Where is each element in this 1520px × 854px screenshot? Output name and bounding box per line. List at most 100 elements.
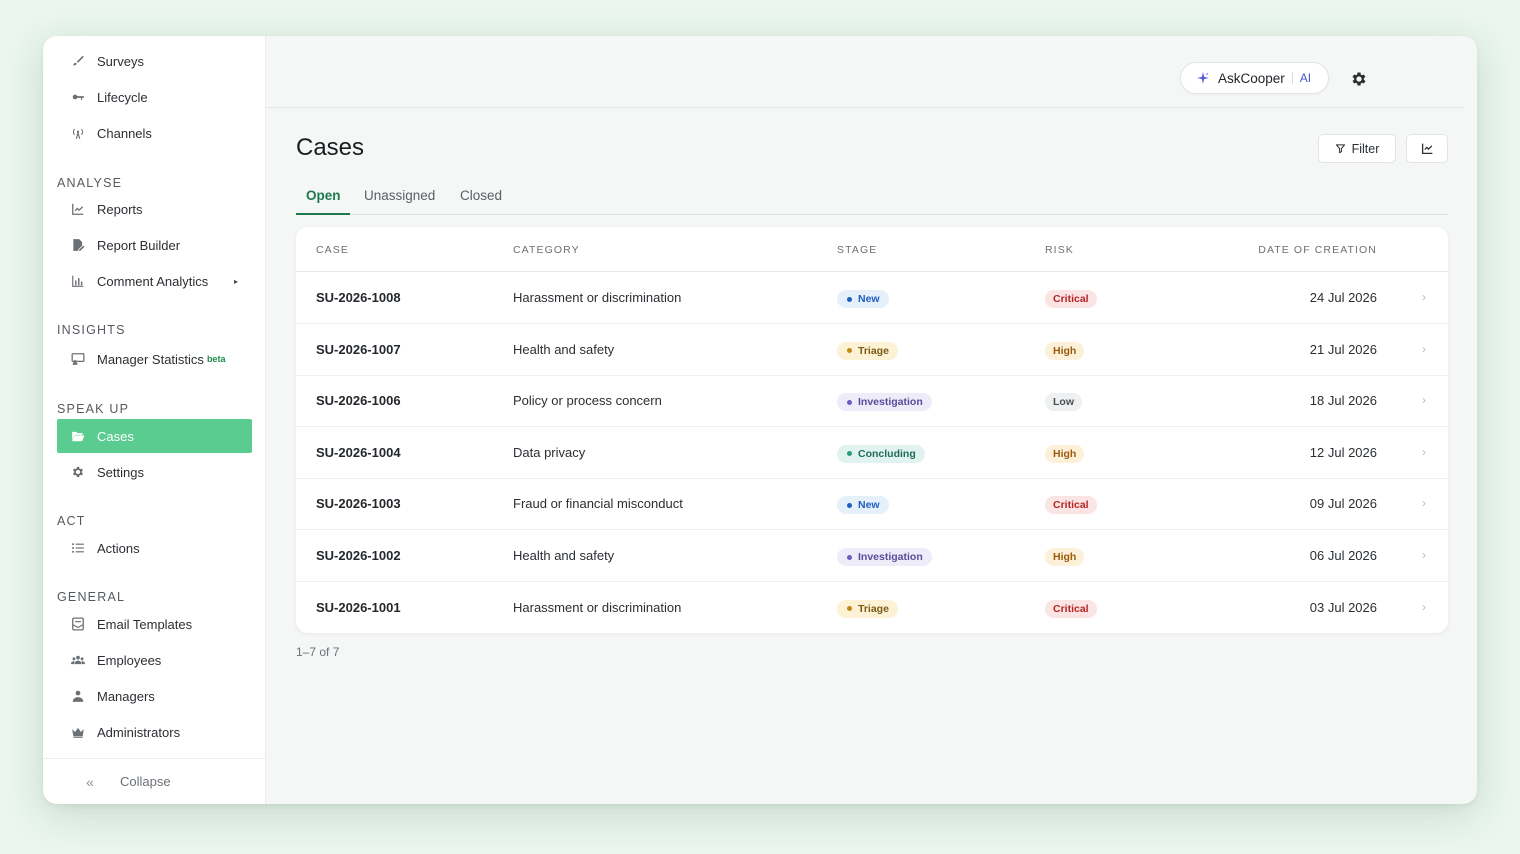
status-dot [847, 348, 852, 354]
sidebar-item-cases[interactable]: Cases [57, 419, 252, 453]
table-row[interactable]: SU-2026-1001 Harassment or discrimination… [296, 582, 1448, 633]
sidebar-item-comment-analytics[interactable]: Comment Analytics ▸ [57, 264, 252, 298]
chevron-right-icon: › [1422, 496, 1426, 511]
chevron-right-icon: › [1422, 341, 1426, 356]
section-title-speak-up: SPEAK UP [57, 402, 130, 416]
stage-label: New [858, 293, 880, 305]
risk-badge: High [1045, 548, 1085, 566]
double-chevron-left-icon: « [86, 773, 94, 790]
sidebar-item-manager-statistics[interactable]: Manager Statistics beta [57, 342, 252, 376]
stage-badge: Investigation [837, 393, 932, 412]
case-id: SU-2026-1004 [316, 444, 401, 460]
pagination-summary: 1–7 of 7 [296, 645, 340, 659]
settings-gear-button[interactable] [1346, 66, 1372, 92]
stage-label: Triage [858, 344, 889, 357]
cases-table: CASE CATEGORY STAGE RISK DATE OF CREATIO… [296, 227, 1448, 633]
column-header-date[interactable]: DATE OF CREATION [1258, 244, 1377, 256]
collapse-label: Collapse [120, 774, 171, 789]
chevron-right-icon: › [1422, 290, 1426, 304]
case-tabs: Open Unassigned Closed [296, 181, 1448, 215]
sidebar-item-label: Administrators [97, 724, 181, 740]
risk-badge: High [1045, 341, 1085, 360]
sidebar-item-label: Managers [97, 688, 155, 704]
stage-label: New [858, 499, 880, 512]
sidebar-item-label: Employees [97, 652, 162, 668]
sidebar-item-reports[interactable]: Reports [57, 192, 252, 226]
case-category: Health and safety [513, 548, 615, 563]
sidebar-item-settings[interactable]: Settings [57, 455, 252, 489]
gear-icon [1352, 72, 1366, 86]
date-of-creation: 21 Jul 2026 [1309, 341, 1377, 357]
table-row[interactable]: SU-2026-1007 Health and safety Triage High 2… [296, 324, 1448, 376]
askcooper-label: AskCooper [1218, 70, 1285, 86]
sidebar-item-managers[interactable]: Managers [57, 679, 252, 713]
sidebar-item-label: Surveys [97, 53, 144, 69]
status-dot [847, 502, 852, 508]
table-row[interactable]: SU-2026-1003 Fraud or financial misconduc… [296, 478, 1448, 531]
table-row[interactable]: SU-2026-1008 Harassment or discrimination… [296, 272, 1448, 324]
ai-badge: AI [1291, 72, 1311, 84]
stage-label: Investigation [858, 396, 923, 409]
table-row[interactable]: SU-2026-1006 Policy or process concern Inv… [296, 375, 1448, 428]
table-row[interactable]: SU-2026-1004 Data privacy Concluding High 12… [296, 427, 1448, 479]
column-header-stage[interactable]: STAGE [837, 244, 877, 256]
caret-right-icon: ▸ [233, 276, 238, 286]
status-dot [847, 451, 852, 457]
stage-badge: New [837, 290, 889, 308]
sidebar-item-report-builder[interactable]: Report Builder [57, 228, 252, 262]
section-title-general: GENERAL [57, 590, 126, 604]
status-dot [847, 399, 852, 405]
stage-badge: Triage [837, 599, 898, 618]
askcooper-button[interactable]: AskCooper AI [1180, 62, 1329, 94]
collapse-button[interactable]: « Collapse [43, 758, 266, 804]
active-tab-indicator [296, 213, 350, 215]
sidebar-item-label: Lifecycle [97, 89, 148, 105]
filter-label: Filter [1351, 141, 1380, 156]
case-category: Harassment or discrimination [513, 290, 682, 305]
sidebar: Surveys Lifecycle Channels ANALYSE Reports Re… [43, 36, 266, 804]
funnel-icon [1335, 144, 1345, 154]
sidebar-item-lifecycle[interactable]: Lifecycle [57, 80, 252, 114]
sidebar-item-employees[interactable]: Employees [57, 643, 252, 677]
date-of-creation: 09 Jul 2026 [1309, 496, 1377, 512]
case-id: SU-2026-1006 [316, 393, 401, 409]
page-title: Cases [296, 134, 365, 161]
presentation-icon [57, 352, 97, 366]
section-title-act: ACT [57, 514, 86, 528]
section-title-analyse: ANALYSE [57, 176, 123, 190]
sidebar-item-surveys[interactable]: Surveys [57, 44, 252, 78]
users-icon [57, 653, 97, 667]
filter-button[interactable]: Filter [1318, 134, 1396, 163]
stage-label: Investigation [858, 551, 923, 563]
table-header: CASE CATEGORY STAGE RISK DATE OF CREATIO… [296, 227, 1448, 272]
stage-label: Triage [858, 602, 889, 615]
folder-open-icon [57, 429, 97, 443]
section-title-insights: INSIGHTS [57, 323, 126, 337]
sidebar-item-actions[interactable]: Actions [57, 531, 252, 565]
column-header-category[interactable]: CATEGORY [513, 244, 580, 256]
file-edit-icon [57, 238, 97, 252]
case-id: SU-2026-1002 [316, 548, 401, 563]
stage-label: Concluding [858, 447, 916, 460]
status-dot [847, 554, 852, 560]
tab-unassigned[interactable]: Unassigned [364, 188, 435, 203]
brush-icon [57, 54, 97, 68]
chart-view-button[interactable] [1406, 134, 1448, 163]
sidebar-item-email-templates[interactable]: Email Templates [57, 607, 252, 641]
column-header-case[interactable]: CASE [316, 244, 349, 256]
tab-open[interactable]: Open [306, 188, 341, 203]
column-header-risk[interactable]: RISK [1045, 244, 1074, 256]
broadcast-icon [57, 126, 97, 140]
sidebar-item-label: Email Templates [97, 616, 193, 632]
table-row[interactable]: SU-2026-1002 Health and safety Investigati… [296, 530, 1448, 582]
case-category: Fraud or financial misconduct [513, 496, 683, 512]
date-of-creation: 18 Jul 2026 [1309, 393, 1377, 409]
sidebar-item-channels[interactable]: Channels [57, 116, 252, 150]
case-id: SU-2026-1007 [316, 341, 401, 357]
chevron-right-icon: › [1422, 393, 1426, 408]
tab-closed[interactable]: Closed [460, 188, 502, 203]
sidebar-item-administrators[interactable]: Administrators [57, 715, 252, 749]
date-of-creation: 06 Jul 2026 [1309, 548, 1377, 563]
sidebar-item-label: Comment Analytics [97, 273, 209, 289]
key-icon [57, 90, 97, 104]
